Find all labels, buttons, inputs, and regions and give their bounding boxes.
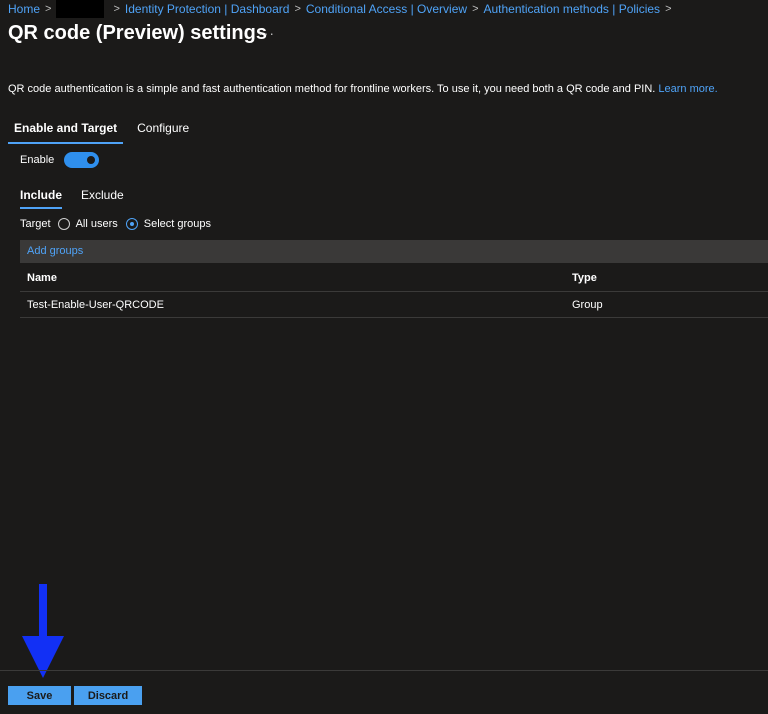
add-groups-bar: Add groups [20,240,768,263]
main-tabs: Enable and Target Configure [8,118,203,144]
redacted-breadcrumb [56,0,105,18]
chevron-right-icon: > [665,3,672,15]
page-description: QR code authentication is a simple and f… [8,83,718,95]
chevron-right-icon: > [45,3,52,15]
sub-tabs: Include Exclude [20,186,143,209]
enable-toggle[interactable] [64,152,100,168]
radio-select-groups-label: Select groups [143,218,212,230]
tab-exclude[interactable]: Exclude [81,186,124,209]
breadcrumb-identity-protection[interactable]: Identity Protection | Dashboard [125,2,290,16]
row-group-name: Test-Enable-User-QRCODE [27,299,164,311]
tab-configure[interactable]: Configure [131,118,195,144]
breadcrumb-authentication-methods[interactable]: Authentication methods | Policies [484,2,661,16]
radio-select-groups[interactable]: Select groups [125,218,212,230]
radio-all-users[interactable]: All users [57,218,118,230]
column-header-type[interactable]: Type [572,272,597,284]
enable-row: Enable [20,152,100,168]
tab-enable-and-target[interactable]: Enable and Target [8,118,124,144]
annotation-arrow-icon [22,584,64,678]
tab-include[interactable]: Include [20,186,63,209]
radio-circle-icon [57,218,70,230]
add-groups-link[interactable]: Add groups [27,245,83,257]
chevron-right-icon: > [472,3,479,15]
breadcrumb-conditional-access[interactable]: Conditional Access | Overview [306,2,467,16]
discard-button[interactable]: Discard [74,686,142,705]
footer-divider [0,670,768,671]
toggle-knob [87,156,96,164]
table-row[interactable]: Test-Enable-User-QRCODE Group [20,292,768,318]
target-row: Target All users Select groups [20,218,219,230]
description-text: QR code authentication is a simple and f… [8,83,656,95]
breadcrumb: Home > > Identity Protection | Dashboard… [8,0,677,18]
groups-table: Name Type Test-Enable-User-QRCODE Group [20,264,768,318]
page-title: QR code (Preview) settings [8,22,267,44]
target-label: Target [20,218,51,230]
radio-selected-icon [125,218,138,230]
learn-more-link[interactable]: Learn more. [658,83,717,95]
save-button[interactable]: Save [8,686,71,705]
breadcrumb-home[interactable]: Home [8,2,40,16]
column-header-name[interactable]: Name [27,272,57,284]
radio-all-users-label: All users [75,218,118,230]
row-group-type: Group [572,299,603,311]
enable-label: Enable [20,154,55,166]
table-header: Name Type [20,264,768,292]
chevron-right-icon: > [294,3,301,15]
more-options-icon[interactable]: ··· [258,25,275,41]
chevron-right-icon: > [113,3,120,15]
